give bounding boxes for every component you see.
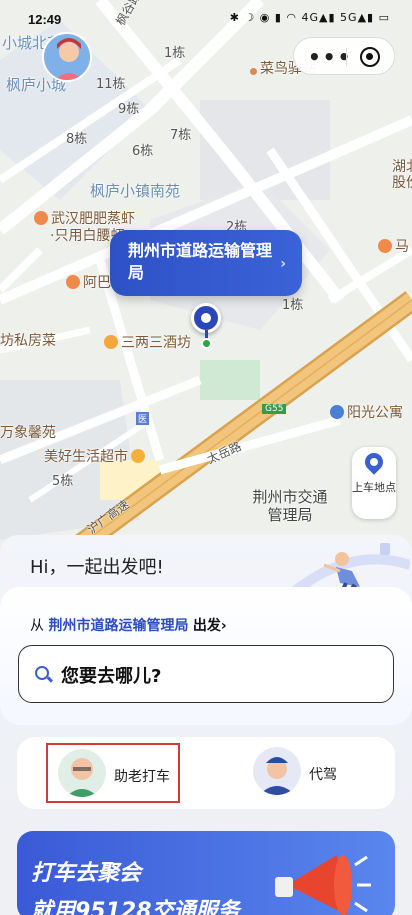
map-label: 9栋 — [118, 102, 140, 117]
from-suffix: 出发› — [192, 618, 227, 634]
status-time: 12:49 — [28, 12, 62, 27]
poi-sanliang[interactable]: 三两三酒坊 — [104, 332, 191, 352]
location-dot-icon — [201, 338, 212, 349]
map-label: 6栋 — [132, 144, 154, 159]
chevron-right-icon: › — [280, 256, 286, 272]
elderly-avatar-icon — [58, 749, 106, 797]
from-location-line[interactable]: 从 荆州市道路运输管理局 出发› — [30, 615, 227, 635]
from-place: 荆州市道路运输管理局 — [48, 618, 189, 634]
map-label: 荆州市交通管理局 — [252, 488, 328, 524]
capsule-divider — [346, 48, 347, 66]
poi-yangguang[interactable]: 阳光公寓 — [330, 402, 403, 422]
apartment-icon — [330, 405, 344, 419]
restaurant-icon — [34, 211, 48, 225]
location-pin-icon — [191, 303, 221, 333]
miniapp-capsule: ••• — [293, 37, 395, 75]
highway-shield: G55 — [262, 404, 287, 414]
map-label: 11栋 — [96, 77, 126, 92]
banner-title: 打车去聚会 — [31, 861, 142, 886]
poi-ma[interactable]: 马 — [378, 236, 409, 256]
megaphone-icon — [275, 855, 371, 915]
map-label: 万象馨苑 — [0, 425, 56, 441]
from-prefix: 从 — [30, 618, 44, 634]
greeting-text: Hi，一起出发吧! — [30, 557, 164, 578]
banner-subtitle: 就用95128交通服务 — [31, 899, 240, 915]
service-options: 助老打车 代驾 — [17, 737, 395, 809]
current-location-name: 荆州市道路运输管理局 — [128, 241, 273, 282]
map-label: 坊私房菜 — [0, 333, 56, 349]
poi-meihao[interactable]: 美好生活超市 — [44, 446, 148, 466]
map-label: 5栋 — [52, 474, 74, 489]
restaurant-icon — [66, 275, 80, 289]
status-icons: ✱ ☽ ◉ ▮ ◠ 4G▲▮ 5G▲▮ ▭ — [229, 11, 390, 24]
service-label: 代驾 — [309, 767, 337, 783]
driver-avatar-icon — [253, 747, 301, 795]
map-label: 1栋 — [282, 298, 304, 313]
elderly-taxi-button[interactable]: 助老打车 — [46, 743, 180, 803]
pickup-point-label: 上车地点 — [352, 481, 396, 494]
search-icon — [35, 666, 49, 680]
current-location-bubble[interactable]: 荆州市道路运输管理局 › — [110, 230, 302, 296]
map-label: 8栋 — [66, 132, 88, 147]
close-miniapp-icon[interactable] — [360, 47, 380, 67]
poi-abo[interactable]: 阿巴 — [66, 272, 111, 292]
avatar[interactable] — [42, 32, 92, 82]
service-label: 助老打车 — [114, 769, 170, 785]
search-placeholder: 您要去哪儿? — [61, 666, 162, 687]
designated-driver-button[interactable]: 代驾 — [253, 737, 373, 809]
destination-search-input[interactable]: 您要去哪儿? — [18, 645, 394, 703]
shop-icon — [131, 449, 145, 463]
bar-icon — [104, 335, 118, 349]
bottom-panel: Hi，一起出发吧! 从 荆州市道路运输管理局 出发› 您要去哪儿? 助老打车 代… — [0, 535, 412, 915]
map-label: 7栋 — [170, 128, 192, 143]
map-label: 枫庐小镇南苑 — [90, 182, 181, 200]
poi-icon — [250, 68, 257, 75]
promo-banner[interactable]: 打车去聚会 就用95128交通服务 — [17, 831, 395, 915]
pin-icon — [361, 449, 387, 475]
map-label: 股份 — [392, 175, 412, 191]
pickup-point-button[interactable]: 上车地点 — [352, 447, 396, 519]
hospital-icon: 医 — [136, 412, 150, 425]
map-label: 1栋 — [164, 46, 186, 61]
restaurant-icon — [378, 239, 392, 253]
